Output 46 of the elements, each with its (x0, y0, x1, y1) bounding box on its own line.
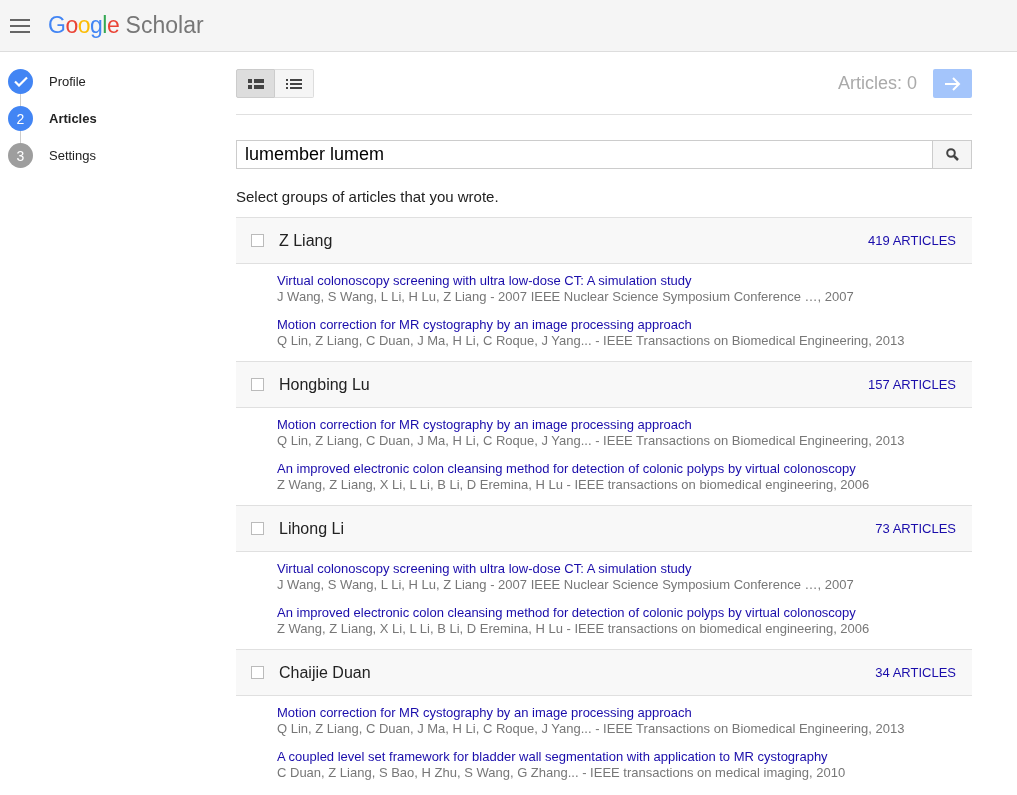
step-indicator: 3 (8, 143, 33, 168)
article-meta: Z Wang, Z Liang, X Li, L Li, B Li, D Eremina, H Lu - IEEE transactions on biomedical engineering, 2006 (277, 477, 871, 493)
step-indicator: 2 (8, 106, 33, 131)
articles-link[interactable]: 34 ARTICLES (875, 665, 956, 680)
step-label[interactable]: Settings (49, 148, 96, 163)
article-title-link[interactable]: Motion correction for MR cystography by an image processing approach (277, 317, 972, 333)
article-title-link[interactable]: An improved electronic colon cleansing method for detection of colonic polyps by virtual colonoscopy (277, 605, 972, 621)
step-label[interactable]: Profile (49, 74, 86, 89)
article-meta: Q Lin, Z Liang, C Duan, J Ma, H Li, C Roque, J Yang... - IEEE Transactions on Biomedical Engineering, 2013 (277, 433, 906, 449)
articles-link[interactable]: 73 ARTICLES (875, 521, 956, 536)
article-title-link[interactable]: An improved electronic colon cleansing method for detection of colonic polyps by virtual colonoscopy (277, 461, 972, 477)
checkbox[interactable] (251, 234, 264, 247)
article-title-link[interactable]: Virtual colonoscopy screening with ultra low-dose CT: A simulation study (277, 273, 972, 289)
search-icon (945, 148, 959, 161)
author-name: Chaijie Duan (279, 663, 371, 682)
search-field[interactable]: lumember lumem (236, 140, 933, 169)
search-button[interactable] (933, 140, 972, 169)
checkbox[interactable] (251, 522, 264, 535)
article-count: Articles: 0 (837, 73, 917, 94)
article-title-link[interactable]: Motion correction for MR cystography by an image processing approach (277, 705, 972, 721)
article-meta: J Wang, S Wang, L Li, H Lu, Z Liang - 2007 IEEE Nuclear Science Symposium Conference …, 2007 (277, 289, 855, 305)
view-toggle-button[interactable] (275, 69, 314, 98)
view-toggle-button[interactable] (236, 69, 275, 98)
articles-link[interactable]: 419 ARTICLES (868, 233, 956, 248)
article-title-link[interactable]: Motion correction for MR cystography by an image processing approach (277, 417, 972, 433)
article-meta: Z Wang, Z Liang, X Li, L Li, B Li, D Eremina, H Lu - IEEE transactions on biomedical engineering, 2006 (277, 621, 871, 637)
article-title-link[interactable]: Virtual colonoscopy screening with ultra low-dose CT: A simulation study (277, 561, 972, 577)
step-label[interactable]: Articles (49, 111, 97, 126)
detailed-list-icon (247, 78, 264, 89)
menu-icon[interactable] (10, 18, 30, 33)
checkbox[interactable] (251, 666, 264, 679)
article-meta: J Wang, S Wang, L Li, H Lu, Z Liang - 2007 IEEE Nuclear Science Symposium Conference …, 2007 (277, 577, 855, 593)
check-icon (13, 76, 28, 87)
instruction-text: Select groups of articles that you wrote. (236, 188, 500, 205)
logo[interactable]: Google Scholar (48, 12, 204, 39)
checkbox[interactable] (251, 378, 264, 391)
arrow-right-icon (944, 76, 961, 91)
article-meta: Q Lin, Z Liang, C Duan, J Ma, H Li, C Roque, J Yang... - IEEE Transactions on Biomedical Engineering, 2013 (277, 721, 906, 737)
article-title-link[interactable]: A coupled level set framework for bladder wall segmentation with application to MR cystography (277, 749, 972, 765)
author-name: Hongbing Lu (279, 375, 370, 394)
article-meta: C Duan, Z Liang, S Bao, H Zhu, S Wang, G Zhang... - IEEE transactions on medical imaging, 2010 (277, 765, 847, 781)
list-icon (286, 78, 302, 89)
article-meta: Q Lin, Z Liang, C Duan, J Ma, H Li, C Roque, J Yang... - IEEE Transactions on Biomedical Engineering, 2013 (277, 333, 906, 349)
author-name: Z Liang (279, 231, 333, 250)
author-name: Lihong Li (279, 519, 344, 538)
articles-link[interactable]: 157 ARTICLES (868, 377, 956, 392)
